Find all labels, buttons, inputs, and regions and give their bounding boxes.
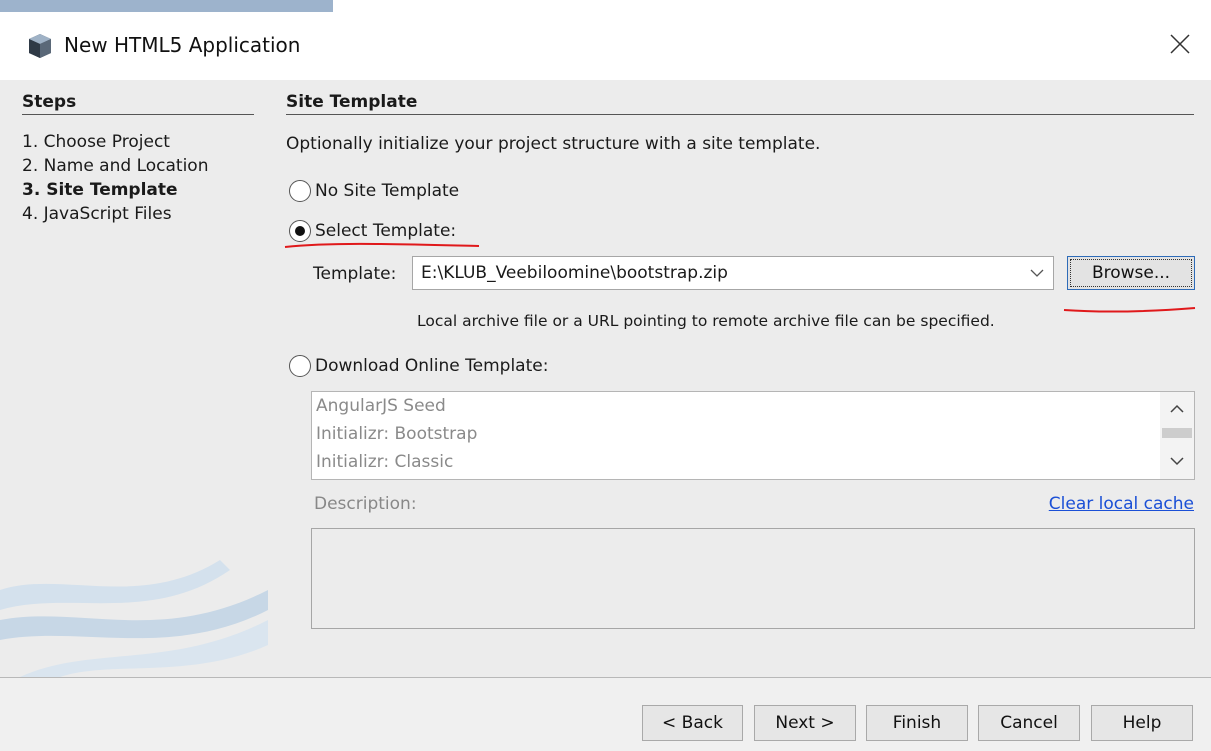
window-accent-strip: [0, 0, 333, 12]
button-bar: < Back Next > Finish Cancel Help: [0, 677, 1211, 751]
cancel-button[interactable]: Cancel: [978, 705, 1080, 741]
dialog-content: Steps 1. Choose Project 2. Name and Loca…: [0, 80, 1211, 677]
chevron-down-icon[interactable]: [1168, 454, 1186, 468]
description-label: Description:: [314, 494, 417, 514]
annotation-underline: [284, 242, 480, 248]
template-hint: Local archive file or a URL pointing to …: [417, 312, 995, 330]
browse-button[interactable]: Browse...: [1067, 256, 1195, 290]
finish-button[interactable]: Finish: [866, 705, 968, 741]
download-online-radio[interactable]: [289, 355, 311, 377]
download-online-option[interactable]: Download Online Template:: [289, 355, 548, 377]
window-title: New HTML5 Application: [64, 33, 301, 57]
title-bar: New HTML5 Application: [0, 12, 1211, 80]
chevron-down-icon[interactable]: [1029, 266, 1045, 280]
scrollbar-thumb[interactable]: [1162, 428, 1192, 438]
back-button[interactable]: < Back: [642, 705, 743, 741]
step-choose-project: 1. Choose Project: [22, 132, 170, 152]
site-template-panel: Site Template Optionally initialize your…: [284, 80, 1196, 677]
template-label: Template:: [313, 264, 397, 284]
close-icon[interactable]: [1166, 30, 1194, 58]
steps-panel: Steps 1. Choose Project 2. Name and Loca…: [0, 80, 268, 677]
clear-local-cache-link[interactable]: Clear local cache: [1049, 494, 1194, 514]
cube-icon: [29, 34, 51, 58]
steps-list: 1. Choose Project 2. Name and Location 3…: [22, 130, 208, 226]
template-path-value[interactable]: E:\KLUB_Veebiloomine\bootstrap.zip: [421, 263, 728, 283]
no-template-option[interactable]: No Site Template: [289, 180, 459, 202]
template-combobox[interactable]: E:\KLUB_Veebiloomine\bootstrap.zip: [412, 256, 1054, 290]
no-template-radio[interactable]: [289, 180, 311, 202]
decorative-swoosh: [0, 560, 268, 677]
list-item[interactable]: AngularJS Seed: [312, 392, 1194, 420]
chevron-up-icon[interactable]: [1168, 402, 1186, 416]
online-templates-list[interactable]: AngularJS Seed Initializr: Bootstrap Ini…: [311, 391, 1195, 480]
help-button[interactable]: Help: [1091, 705, 1193, 741]
steps-heading: Steps: [22, 92, 254, 115]
list-item[interactable]: Initializr: Bootstrap: [312, 420, 1194, 448]
browse-label: Browse...: [1070, 259, 1192, 287]
step-name-and-location: 2. Name and Location: [22, 156, 209, 176]
list-item[interactable]: Initializr: Classic: [312, 448, 1194, 476]
download-online-label: Download Online Template:: [315, 356, 549, 376]
next-button[interactable]: Next >: [754, 705, 856, 741]
no-template-label: No Site Template: [315, 181, 460, 201]
vertical-scrollbar[interactable]: [1160, 392, 1194, 479]
panel-heading: Site Template: [286, 92, 1194, 115]
step-site-template: 3. Site Template: [22, 180, 178, 200]
intro-text: Optionally initialize your project struc…: [286, 134, 821, 154]
description-box: [311, 528, 1195, 629]
step-javascript-files: 4. JavaScript Files: [22, 204, 172, 224]
annotation-underline: [1063, 307, 1196, 313]
